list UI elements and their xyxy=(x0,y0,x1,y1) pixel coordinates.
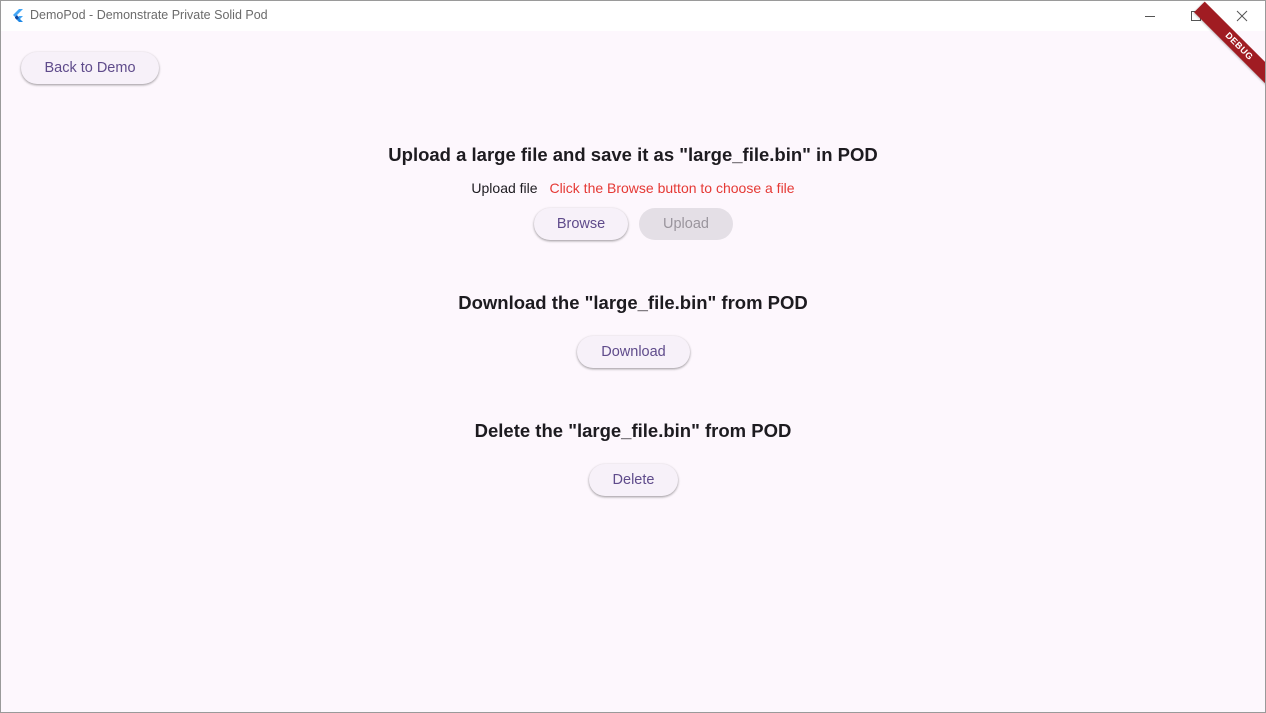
close-icon xyxy=(1236,10,1248,22)
browse-button[interactable]: Browse xyxy=(534,208,628,240)
flutter-logo-icon xyxy=(10,8,26,24)
minimize-icon xyxy=(1145,16,1155,17)
upload-file-row: Upload file Click the Browse button to c… xyxy=(1,180,1265,196)
download-heading: Download the "large_file.bin" from POD xyxy=(458,292,808,313)
back-to-demo-button[interactable]: Back to Demo xyxy=(21,52,159,84)
main-content: Back to Demo Upload a large file and sav… xyxy=(1,1,1265,712)
title-bar[interactable]: DemoPod - Demonstrate Private Solid Pod xyxy=(1,1,1265,31)
upload-file-label: Upload file xyxy=(471,180,538,196)
app-window: DemoPod - Demonstrate Private Solid Pod … xyxy=(0,0,1266,713)
window-title: DemoPod - Demonstrate Private Solid Pod xyxy=(30,8,268,22)
download-button[interactable]: Download xyxy=(577,336,690,368)
minimize-button[interactable] xyxy=(1127,1,1173,31)
upload-button[interactable]: Upload xyxy=(639,208,733,240)
upload-hint-text: Click the Browse button to choose a file xyxy=(549,180,795,196)
delete-button[interactable]: Delete xyxy=(589,464,678,496)
delete-heading: Delete the "large_file.bin" from POD xyxy=(474,420,792,441)
upload-heading: Upload a large file and save it as "larg… xyxy=(388,144,878,165)
